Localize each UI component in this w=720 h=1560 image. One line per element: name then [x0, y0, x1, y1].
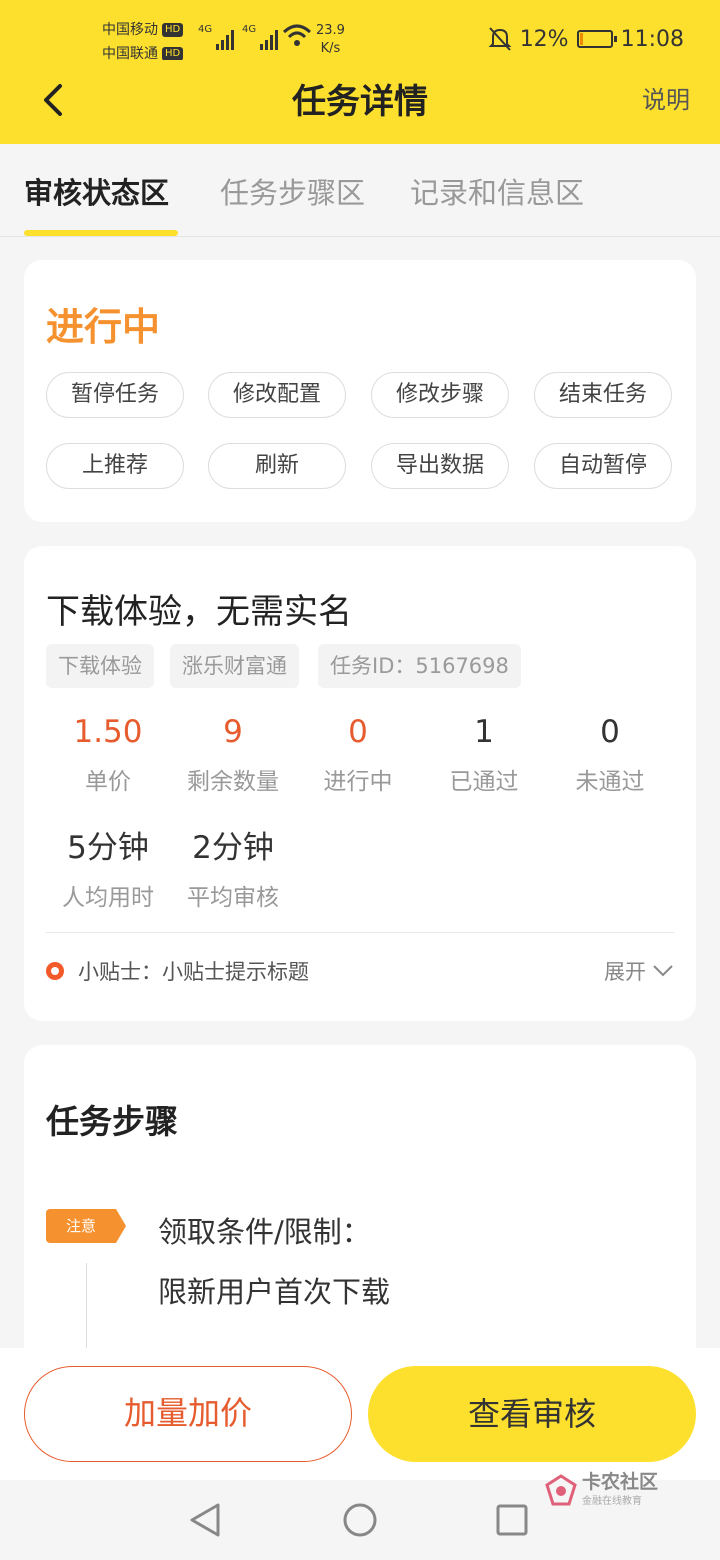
recents-square-icon[interactable] — [496, 1504, 528, 1536]
watermark: 卡农社区 金融在线教育 — [544, 1472, 658, 1507]
edit-config-button[interactable]: 修改配置 — [208, 372, 346, 418]
status-card: 进行中 暂停任务 修改配置 修改步骤 结束任务 上推荐 刷新 导出数据 自动暂停 — [24, 260, 696, 522]
watermark-title: 卡农社区 — [581, 1471, 658, 1493]
expand-toggle[interactable]: 展开 — [604, 956, 674, 986]
stat-value: 5分钟 — [67, 830, 149, 866]
hd-badge-2: HD — [162, 47, 184, 61]
task-status: 进行中 — [46, 305, 161, 349]
carrier-1: 中国移动 — [102, 22, 158, 38]
net-type-label-2: 4G — [242, 24, 257, 35]
stat-failed: 0 未通过 — [550, 712, 670, 796]
stat-avg-review: 2分钟 平均审核 — [173, 828, 293, 912]
stat-value: 9 — [223, 714, 243, 750]
expand-label: 展开 — [604, 960, 646, 984]
view-review-button[interactable]: 查看审核 — [368, 1366, 696, 1462]
promote-button[interactable]: 上推荐 — [46, 443, 184, 489]
network-speed: 23.9 K/s — [316, 22, 345, 58]
tab-task-steps[interactable]: 任务步骤区 — [220, 170, 365, 212]
divider — [46, 932, 674, 933]
speed-value: 23.9 — [316, 23, 345, 38]
home-circle-icon[interactable] — [342, 1502, 378, 1538]
stat-label: 进行中 — [323, 769, 393, 795]
note-badge: 注意 — [46, 1209, 126, 1243]
mute-bell-icon — [488, 27, 512, 51]
status-right: 12% 11:08 — [488, 26, 684, 52]
task-name: 下载体验，无需实名 — [46, 592, 352, 632]
tip-row: 小贴士：小贴士提示标题 — [46, 956, 309, 986]
stat-value: 1.50 — [73, 714, 143, 750]
watermark-subtitle: 金融在线教育 — [581, 1496, 642, 1507]
page-title: 任务详情 — [292, 82, 428, 122]
export-data-button[interactable]: 导出数据 — [371, 443, 509, 489]
stat-value: 0 — [600, 714, 620, 750]
active-tab-indicator — [24, 230, 178, 236]
end-task-button[interactable]: 结束任务 — [534, 372, 672, 418]
edit-steps-button[interactable]: 修改步骤 — [371, 372, 509, 418]
stat-value: 1 — [474, 714, 494, 750]
nav-bar: 任务详情 说明 — [0, 60, 720, 144]
task-steps-card: 任务步骤 注意 领取条件/限制： 限新用户首次下载 — [24, 1045, 696, 1385]
tip-dot-icon — [46, 962, 64, 980]
tab-bar: 审核状态区 任务步骤区 记录和信息区 — [0, 144, 720, 237]
stat-label: 平均审核 — [187, 885, 279, 911]
task-info-card: 下载体验，无需实名 下载体验 涨乐财富通 任务ID：5167698 1.50 单… — [24, 546, 696, 1021]
tab-records-info[interactable]: 记录和信息区 — [410, 170, 584, 212]
battery-percent: 12% — [519, 26, 569, 52]
stat-unit-price: 1.50 单价 — [48, 712, 168, 796]
step-condition-title: 领取条件/限制： — [158, 1215, 371, 1249]
stat-label: 未通过 — [575, 769, 645, 795]
signal-icon-2: 4G — [242, 24, 279, 50]
watermark-logo-icon — [545, 1473, 577, 1505]
pause-task-button[interactable]: 暂停任务 — [46, 372, 184, 418]
carrier-info: 中国移动 HD 中国联通 HD — [102, 18, 184, 66]
stat-label: 剩余数量 — [187, 769, 279, 795]
stat-label: 单价 — [85, 769, 131, 795]
speed-unit: K/s — [320, 41, 341, 56]
hd-badge: HD — [162, 23, 184, 37]
step-condition-text: 限新用户首次下载 — [158, 1275, 391, 1309]
tag-app: 涨乐财富通 — [170, 644, 299, 688]
status-bar: 中国移动 HD 中国联通 HD 4G 4G 23.9 K/s 12% 11:08 — [0, 0, 720, 62]
auto-pause-button[interactable]: 自动暂停 — [534, 443, 672, 489]
stat-label: 人均用时 — [62, 885, 154, 911]
steps-title: 任务步骤 — [46, 1102, 178, 1141]
bottom-action-bar: 加量加价 查看审核 — [0, 1348, 720, 1480]
wifi-icon — [282, 24, 312, 46]
system-nav-bar: 卡农社区 金融在线教育 — [0, 1472, 720, 1560]
back-triangle-icon[interactable] — [188, 1502, 222, 1538]
step-connector — [86, 1263, 87, 1353]
battery-icon — [576, 30, 617, 48]
tag-category: 下载体验 — [46, 644, 154, 688]
stat-value: 2分钟 — [192, 830, 274, 866]
chevron-down-icon — [653, 965, 673, 977]
stat-avg-time: 5分钟 人均用时 — [48, 828, 168, 912]
help-link[interactable]: 说明 — [642, 80, 690, 115]
stat-in-progress: 0 进行中 — [298, 712, 418, 796]
stat-passed: 1 已通过 — [424, 712, 544, 796]
signal-icon: 4G — [198, 24, 235, 50]
add-quantity-price-button[interactable]: 加量加价 — [24, 1366, 352, 1462]
net-type-label: 4G — [198, 24, 213, 35]
tip-text: 小贴士：小贴士提示标题 — [78, 960, 309, 984]
tab-review-status[interactable]: 审核状态区 — [24, 170, 169, 212]
refresh-button[interactable]: 刷新 — [208, 443, 346, 489]
tag-task-id: 任务ID：5167698 — [318, 644, 521, 688]
stat-remaining: 9 剩余数量 — [173, 712, 293, 796]
clock: 11:08 — [620, 26, 684, 52]
stat-label: 已通过 — [449, 769, 519, 795]
stat-value: 0 — [348, 714, 368, 750]
